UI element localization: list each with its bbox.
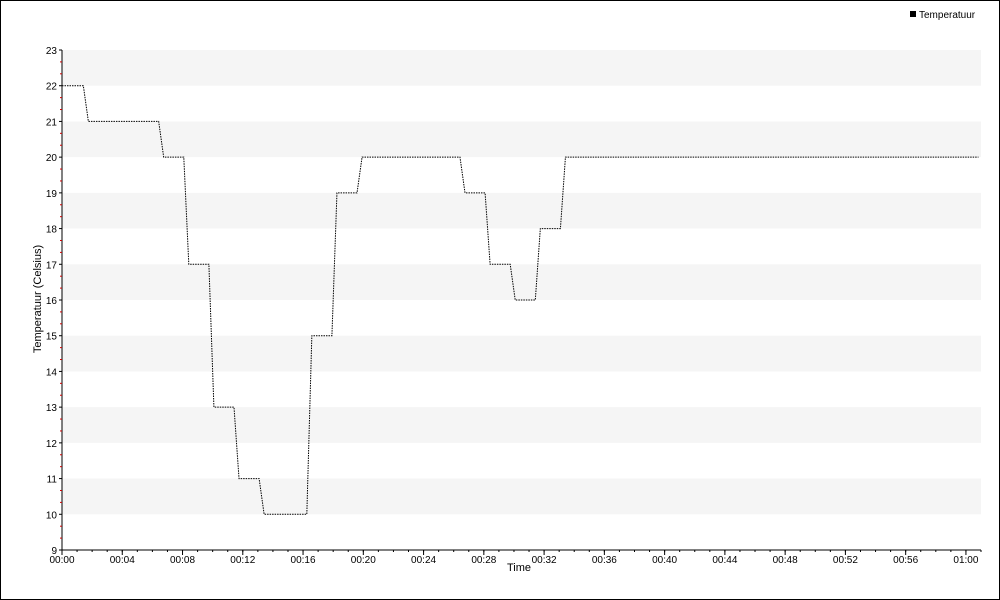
x-tick-label: 00:40: [652, 555, 677, 566]
y-tick-label: 16: [46, 296, 58, 307]
grid-band: [62, 50, 981, 86]
y-tick-label: 18: [46, 225, 58, 236]
legend-swatch: [910, 11, 916, 17]
grid-band: [62, 264, 981, 300]
x-tick-label: 00:12: [230, 555, 255, 566]
x-tick-label: 00:32: [532, 555, 557, 566]
y-tick-label: 20: [46, 153, 58, 164]
x-tick-label: 00:28: [471, 555, 496, 566]
y-tick-label: 21: [46, 117, 58, 128]
x-tick-label: 00:16: [291, 555, 316, 566]
x-tick-label: 00:08: [170, 555, 195, 566]
x-tick-label: 00:52: [833, 555, 858, 566]
x-tick-label: 01:00: [953, 555, 978, 566]
y-tick-label: 11: [47, 475, 58, 486]
grid-band: [62, 335, 981, 372]
x-tick-label: 00:56: [893, 555, 918, 566]
y-axis-title: Temperatuur (Celsius): [32, 245, 44, 353]
line-chart: 91011121314151617181920212223 00:00 00:04…: [32, 10, 982, 574]
x-tick-label: 00:48: [773, 555, 798, 566]
y-tick-label: 14: [46, 367, 58, 378]
grid-band: [62, 478, 981, 515]
legend-label: Temperatuur: [919, 10, 976, 21]
y-tick-label: 10: [46, 510, 58, 521]
x-axis-title: Time: [507, 562, 531, 574]
grid-band: [62, 121, 981, 158]
y-tick-label: 12: [46, 439, 58, 450]
grid-band: [62, 407, 981, 443]
grid-band: [62, 192, 981, 229]
x-tick-label: 00:04: [110, 555, 135, 566]
x-tick-label: 00:20: [351, 555, 376, 566]
y-tick-label: 15: [46, 332, 58, 343]
legend: Temperatuur: [910, 10, 976, 21]
y-axis: 91011121314151617181920212223: [46, 46, 63, 557]
y-tick-label: 23: [46, 46, 58, 57]
x-tick-label: 00:36: [592, 555, 617, 566]
grid-bands: [62, 50, 981, 515]
x-tick-label: 00:24: [411, 555, 436, 566]
x-tick-label: 00:00: [49, 555, 74, 566]
y-tick-label: 22: [46, 82, 58, 93]
y-tick-label: 17: [46, 260, 58, 271]
x-tick-label: 00:44: [712, 555, 737, 566]
y-tick-label: 13: [46, 403, 58, 414]
y-tick-label: 19: [46, 189, 58, 200]
